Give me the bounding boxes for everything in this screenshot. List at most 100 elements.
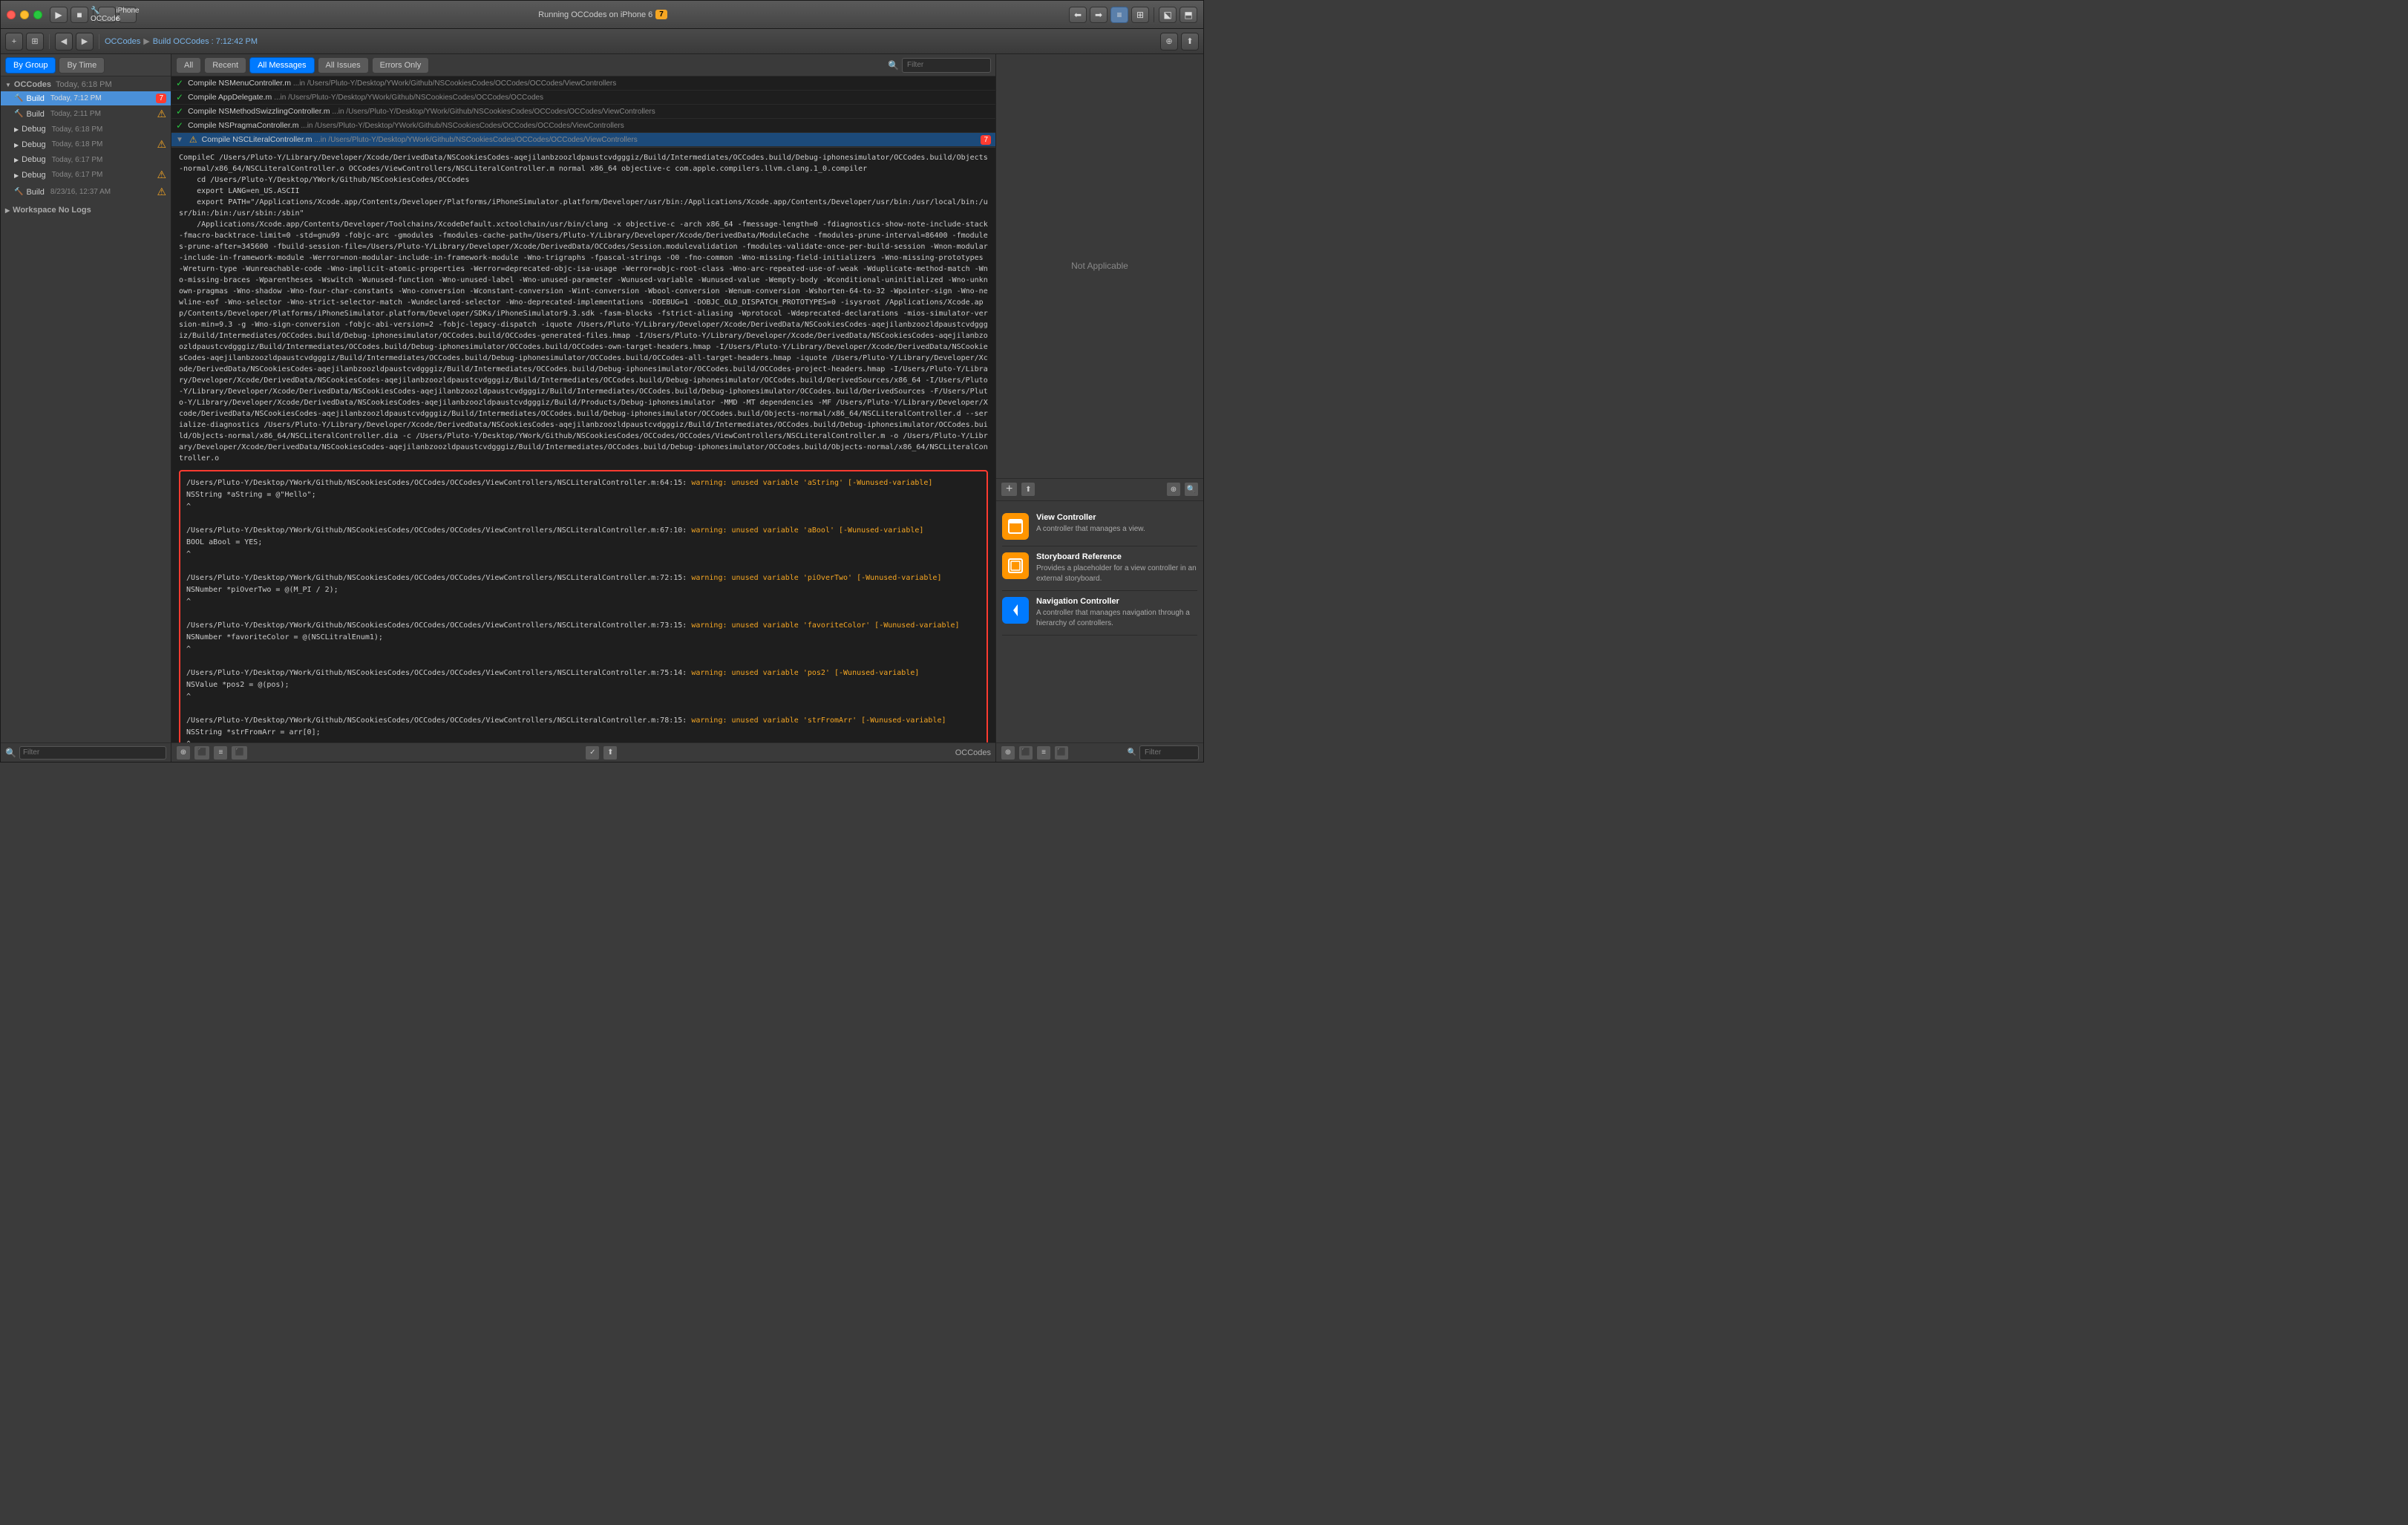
- traffic-lights: [7, 10, 42, 19]
- center-bt-2[interactable]: ⬛: [194, 745, 210, 760]
- sidebar-item-build-3[interactable]: 🔨 Build 8/23/16, 12:37 AM ⚠: [1, 183, 171, 200]
- breadcrumb: Running OCCodes on iPhone 6 7: [137, 10, 1069, 19]
- by-time-button[interactable]: By Time: [59, 57, 105, 74]
- path-breadcrumb: OCCodes ▶ Build OCCodes : 7:12:42 PM: [105, 36, 258, 46]
- rp-tb-1[interactable]: ⊕: [1001, 745, 1015, 760]
- log-detail[interactable]: CompileC /Users/Pluto-Y/Library/Develope…: [171, 148, 995, 742]
- rp-tb-2[interactable]: ⬛: [1018, 745, 1033, 760]
- center-bt-4[interactable]: ⬛: [231, 745, 247, 760]
- sidebar-item-debug-1[interactable]: Debug Today, 6:18 PM: [1, 123, 171, 136]
- nav-forward-button[interactable]: ➡: [1090, 7, 1108, 23]
- new-tab-button[interactable]: ⊕: [1160, 33, 1178, 50]
- minimize-button[interactable]: [20, 10, 29, 19]
- msg-text-3: Compile NSMethodSwizzlingController.m ..…: [188, 107, 991, 116]
- rp-filter-icon-2[interactable]: 🔍: [1184, 482, 1199, 497]
- center-bt-3[interactable]: ≡: [213, 745, 228, 760]
- secondary-toolbar: + ⊞ ◀ ▶ OCCodes ▶ Build OCCodes : 7:12:4…: [1, 29, 1203, 54]
- message-filter: 🔍: [888, 58, 991, 73]
- message-filter-input[interactable]: [902, 58, 991, 73]
- msg-all-messages-button[interactable]: All Messages: [249, 57, 314, 74]
- rp-filter-icon[interactable]: ⊕: [1166, 482, 1181, 497]
- add-button[interactable]: +: [5, 33, 23, 50]
- rp-title-3: Navigation Controller: [1036, 597, 1197, 606]
- sidebar-item-build-1[interactable]: 🔨 Build Today, 7:12 PM 7: [1, 91, 171, 105]
- msg-badge-5: 7: [981, 135, 991, 145]
- warning-5: /Users/Pluto-Y/Desktop/YWork/Github/NSCo…: [186, 667, 981, 703]
- rp-content-1: View Controller A controller that manage…: [1036, 513, 1197, 535]
- msg-errors-only-button[interactable]: Errors Only: [372, 57, 430, 74]
- right-panel-filter-input[interactable]: [1139, 745, 1199, 760]
- not-applicable-text: Not Applicable: [1071, 261, 1128, 271]
- build-icon-2: 🔨: [14, 110, 23, 118]
- sidebar-group-header-occodes: OCCodes Today, 6:18 PM: [1, 78, 171, 91]
- warning-4: /Users/Pluto-Y/Desktop/YWork/Github/NSCo…: [186, 620, 981, 656]
- center-bt-6[interactable]: ⬆: [603, 745, 618, 760]
- log-viewer-button[interactable]: ≡: [1110, 7, 1128, 23]
- msg-row-4[interactable]: ✓ Compile NSPragmaController.m ...in /Us…: [171, 119, 995, 133]
- by-group-button[interactable]: By Group: [5, 57, 56, 74]
- sidebar-footer: 🔍: [1, 742, 171, 762]
- sidebar-item-build-2[interactable]: 🔨 Build Today, 2:11 PM ⚠: [1, 105, 171, 123]
- warning-file-1: /Users/Pluto-Y/Desktop/YWork/Github/NSCo…: [186, 477, 981, 489]
- run-button[interactable]: ▶: [50, 7, 68, 23]
- rp-filter-label: 🔍: [1128, 748, 1136, 757]
- grid-view-button[interactable]: ⊞: [26, 33, 44, 50]
- warning-block-container: /Users/Pluto-Y/Desktop/YWork/Github/NSCo…: [179, 470, 988, 742]
- msg-row-1[interactable]: ✓ Compile NSMenuController.m ...in /User…: [171, 76, 995, 91]
- rp-tb-4[interactable]: ⬛: [1054, 745, 1069, 760]
- msg-all-button[interactable]: All: [176, 57, 201, 74]
- debug-area-toggle[interactable]: ⬒: [1180, 7, 1197, 23]
- item-label-build-2: Build: [26, 110, 44, 119]
- warning-3: /Users/Pluto-Y/Desktop/YWork/Github/NSCo…: [186, 572, 981, 608]
- msg-status-2: ✓: [176, 92, 183, 102]
- item-label-debug-4: Debug: [22, 171, 45, 180]
- breadcrumb-item-1[interactable]: OCCodes: [105, 37, 140, 46]
- rp-title-1: View Controller: [1036, 513, 1197, 522]
- bottom-label: OCCodes: [955, 748, 991, 757]
- msg-all-issues-button[interactable]: All Issues: [318, 57, 369, 74]
- jump-bar-button[interactable]: ⊞: [1131, 7, 1149, 23]
- sidebar-item-debug-4[interactable]: Debug Today, 6:17 PM ⚠: [1, 166, 171, 183]
- center-bt-5[interactable]: ✓: [585, 745, 600, 760]
- warning-caret-4: ^: [186, 644, 981, 656]
- warning-1: /Users/Pluto-Y/Desktop/YWork/Github/NSCo…: [186, 477, 981, 513]
- item-time-debug-3: Today, 6:17 PM: [52, 156, 103, 164]
- msg-row-5[interactable]: ▼ ⚠ Compile NSCLiteralController.m ...in…: [171, 133, 995, 147]
- log-content: CompileC /Users/Pluto-Y/Library/Develope…: [179, 152, 988, 464]
- warning-6: /Users/Pluto-Y/Desktop/YWork/Github/NSCo…: [186, 715, 981, 742]
- nav-back-button[interactable]: ⬅: [1069, 7, 1087, 23]
- inspector-toggle[interactable]: ⬕: [1159, 7, 1177, 23]
- msg-row-3[interactable]: ✓ Compile NSMethodSwizzlingController.m …: [171, 105, 995, 119]
- scheme-button[interactable]: 🔧 OCCodes: [98, 7, 116, 23]
- rp-desc-1: A controller that manages a view.: [1036, 524, 1197, 535]
- sidebar-item-debug-3[interactable]: Debug Today, 6:17 PM: [1, 153, 171, 166]
- item-time-debug-1: Today, 6:18 PM: [52, 125, 103, 134]
- stop-button[interactable]: ■: [71, 7, 88, 23]
- warning-file-3: /Users/Pluto-Y/Desktop/YWork/Github/NSCo…: [186, 572, 981, 584]
- rp-share-icon[interactable]: ⬆: [1021, 482, 1035, 497]
- rp-item-1: View Controller A controller that manage…: [1002, 507, 1197, 546]
- prev-button[interactable]: ◀: [55, 33, 73, 50]
- rp-content-3: Navigation Controller A controller that …: [1036, 597, 1197, 629]
- rp-tb-3[interactable]: ≡: [1036, 745, 1051, 760]
- sidebar-filter-input[interactable]: [19, 746, 166, 760]
- debug-arrow-2: [14, 140, 19, 149]
- rp-add-icon[interactable]: +: [1001, 482, 1018, 497]
- item-label-debug-3: Debug: [22, 155, 45, 164]
- warning-file-5: /Users/Pluto-Y/Desktop/YWork/Github/NSCo…: [186, 667, 981, 679]
- item-label-debug-2: Debug: [22, 140, 45, 149]
- rp-icon-nav-controller: [1002, 597, 1029, 624]
- msg-recent-button[interactable]: Recent: [204, 57, 246, 74]
- next-button[interactable]: ▶: [76, 33, 94, 50]
- center-bt-1[interactable]: ⊕: [176, 745, 191, 760]
- breadcrumb-item-2[interactable]: Build OCCodes : 7:12:42 PM: [153, 37, 258, 46]
- msg-row-2[interactable]: ✓ Compile AppDelegate.m ...in /Users/Plu…: [171, 91, 995, 105]
- titlebar: ▶ ■ 🔧 OCCodes iPhone 6 Running OCCodes o…: [1, 1, 1203, 29]
- maximize-button[interactable]: [33, 10, 42, 19]
- warning-code-2: BOOL aBool = YES;: [186, 537, 981, 549]
- share-button[interactable]: ⬆: [1181, 33, 1199, 50]
- close-button[interactable]: [7, 10, 16, 19]
- collapse-workspace-icon: [5, 206, 10, 215]
- sidebar-item-debug-2[interactable]: Debug Today, 6:18 PM ⚠: [1, 136, 171, 153]
- device-button[interactable]: iPhone 6: [119, 7, 137, 23]
